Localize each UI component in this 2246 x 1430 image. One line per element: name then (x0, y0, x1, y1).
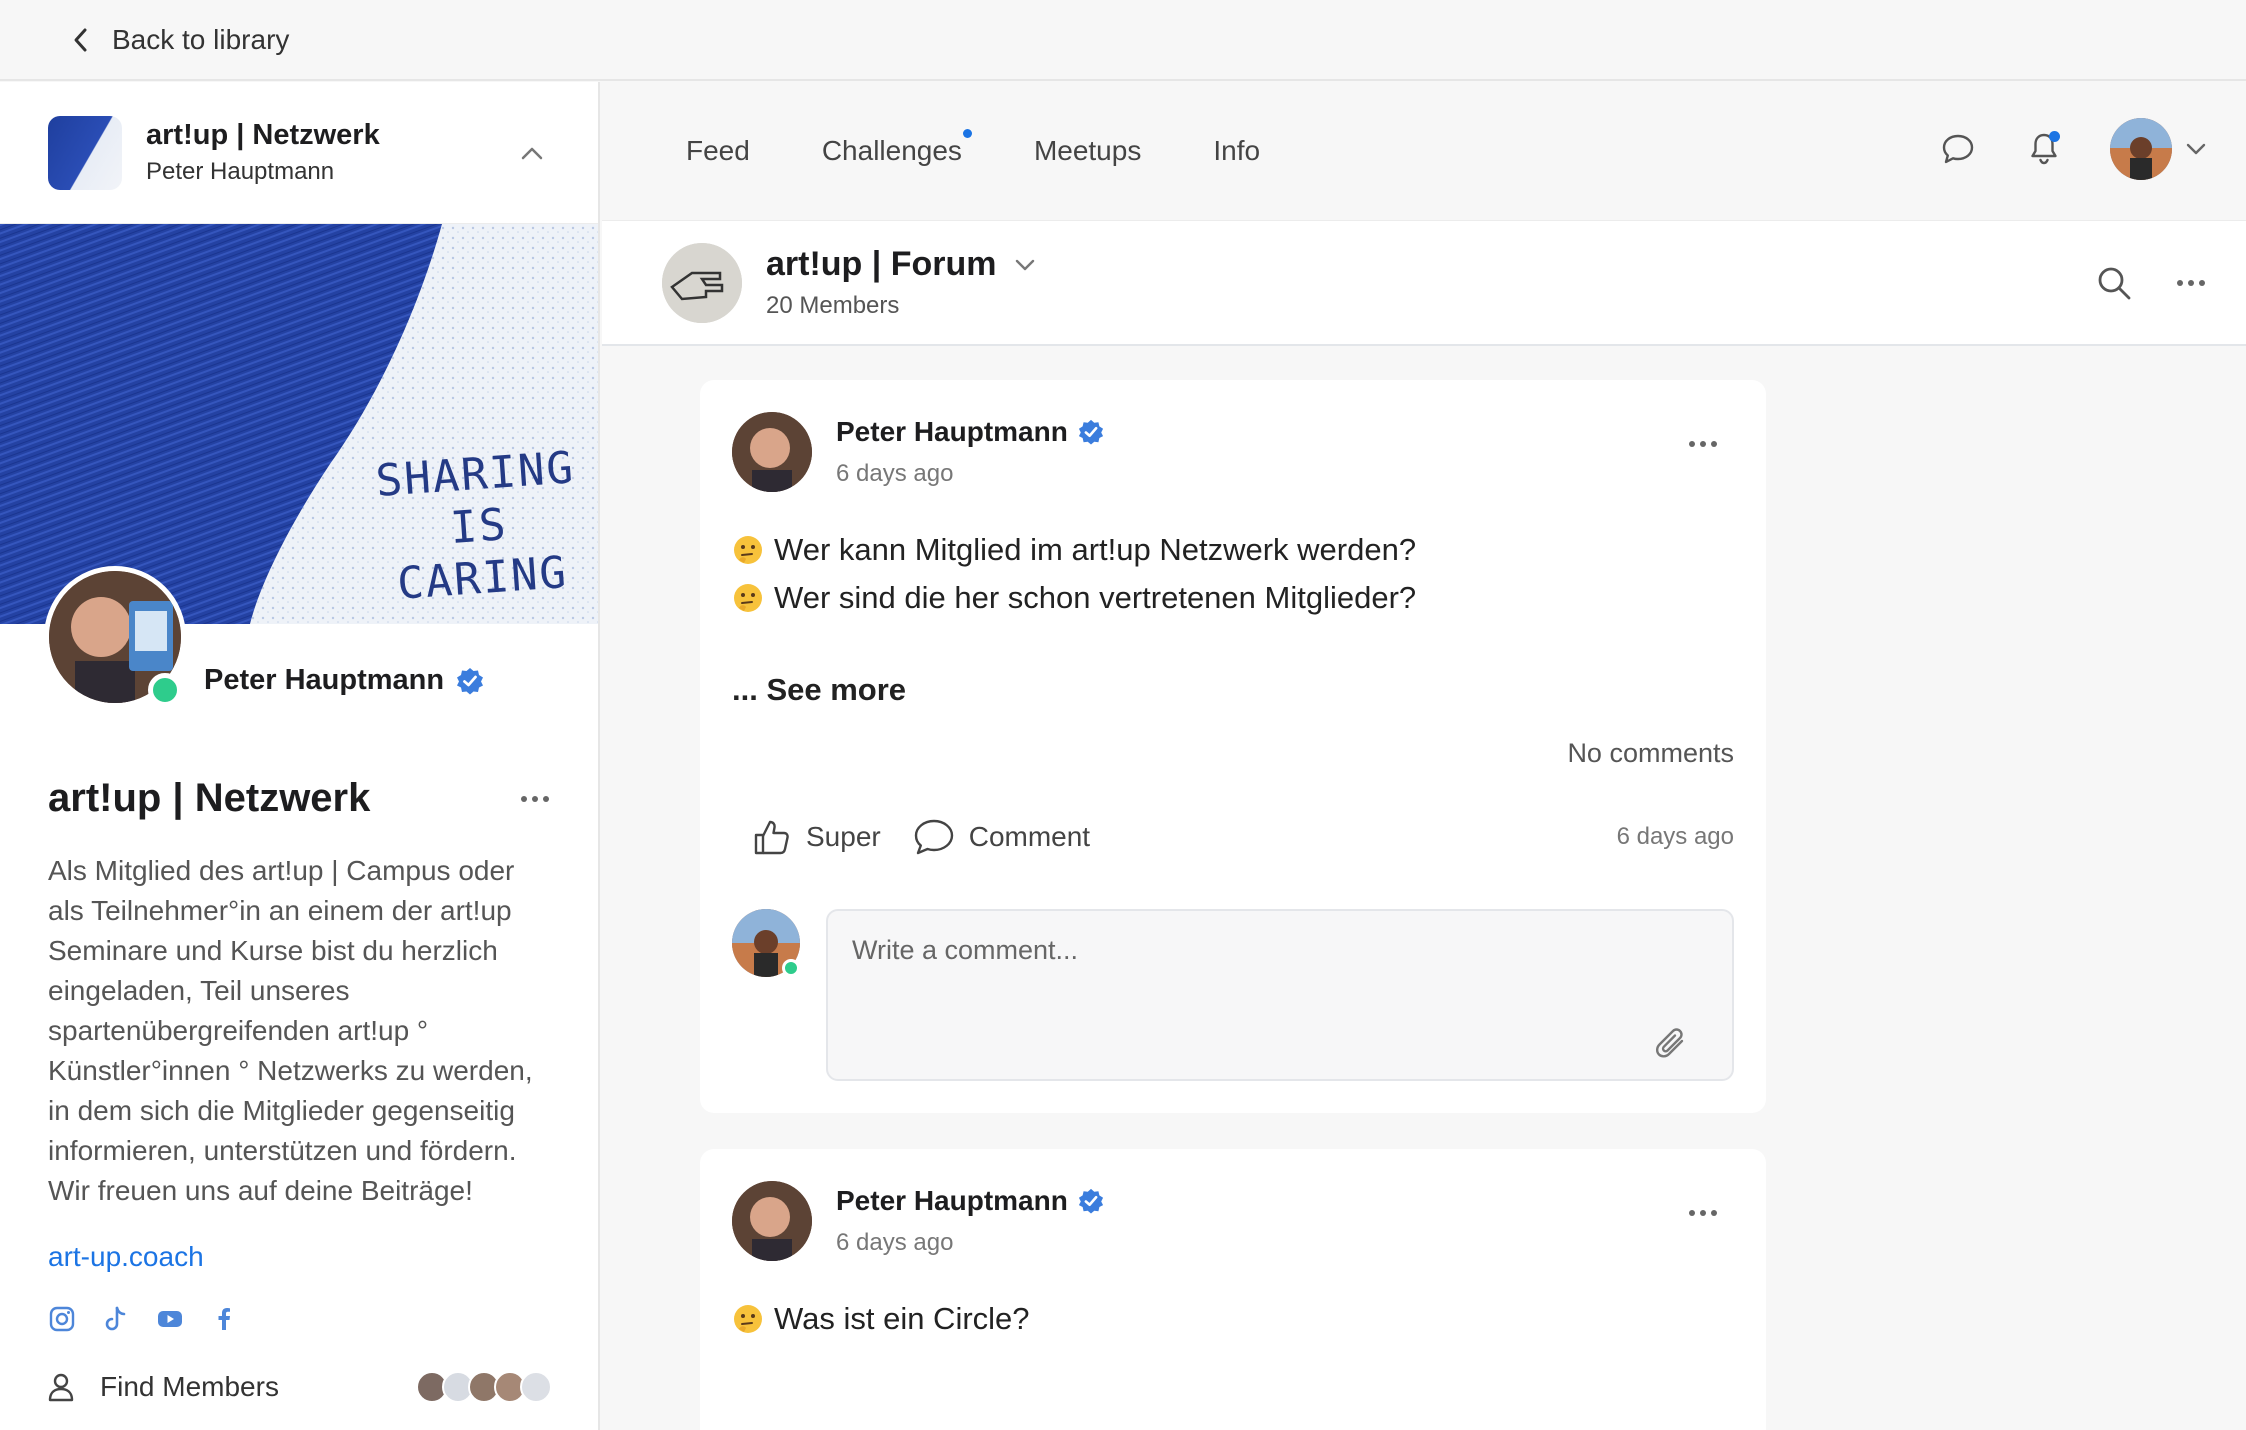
post-timestamp: 6 days ago (836, 1229, 954, 1256)
space-title: art!up | Forum (766, 245, 997, 283)
notification-dot (2049, 131, 2060, 142)
back-to-library-label: Back to library (112, 23, 290, 55)
back-to-library-link[interactable]: Back to library (72, 24, 289, 56)
member-avatars (416, 1371, 552, 1403)
new-indicator-dot (962, 129, 972, 138)
post-author-name[interactable]: Peter Hauptmann (836, 416, 1068, 448)
community-header[interactable]: art!up | Netzwerk Peter Hauptmann (0, 82, 598, 224)
verified-badge-icon (1078, 1188, 1103, 1214)
comment-label: Comment (968, 821, 1091, 852)
user-avatar[interactable] (2110, 118, 2172, 180)
instagram-icon[interactable] (48, 1305, 76, 1333)
comment-input[interactable] (828, 911, 1732, 1079)
post-timestamp: 6 days ago (836, 460, 954, 487)
sidebar: art!up | Netzwerk Peter Hauptmann SHARIN… (0, 82, 600, 1430)
chevron-up-icon (521, 147, 543, 159)
notifications-button[interactable] (2024, 129, 2064, 169)
search-button[interactable] (2096, 265, 2132, 301)
facebook-icon[interactable] (210, 1305, 238, 1333)
comment-composer (732, 909, 1734, 1113)
main-nav: Feed Challenges Meetups Info (602, 82, 2246, 220)
thinking-face-icon (734, 584, 762, 612)
see-more-link[interactable]: ... See more (732, 672, 906, 708)
post-card: Peter Hauptmann 6 days ago Was ist ein C… (700, 1149, 1766, 1430)
youtube-icon[interactable] (156, 1305, 184, 1333)
tiktok-icon[interactable] (102, 1305, 130, 1333)
community-name: art!up | Netzwerk (146, 119, 380, 151)
main-content: Feed Challenges Meetups Info art!up | Fo… (602, 82, 2246, 1430)
paperclip-icon (1655, 1028, 1684, 1058)
tab-info[interactable]: Info (1213, 135, 1260, 167)
chat-bubble-icon (1942, 134, 1974, 164)
like-label: Super (806, 821, 881, 852)
comments-count[interactable]: No comments (732, 738, 1734, 769)
cover-image: SHARING IS CARING (0, 224, 598, 624)
space-member-count[interactable]: 20 Members (766, 292, 1035, 320)
chevron-left-icon (74, 28, 87, 51)
post-body: Wer kann Mitglied im art!up Netzwerk wer… (732, 526, 1734, 622)
thumbs-up-icon (754, 820, 789, 855)
top-bar: Back to library (0, 0, 2246, 81)
collapse-button[interactable] (514, 135, 550, 171)
post-text-line: Wer sind die her schon vertretenen Mitgl… (774, 580, 1417, 615)
user-menu-chevron[interactable] (2186, 143, 2206, 155)
about-title: art!up | Netzwerk (48, 776, 371, 820)
post-author-avatar[interactable] (732, 1181, 812, 1261)
profile-row: Peter Hauptmann (0, 566, 598, 754)
like-button[interactable]: Super (732, 817, 881, 857)
more-horizontal-icon (521, 795, 549, 802)
verified-badge-icon (1078, 419, 1103, 445)
more-horizontal-icon (1689, 441, 1717, 447)
post-text-line: Was ist ein Circle? (774, 1301, 1030, 1336)
post-more-button[interactable] (1688, 1209, 1718, 1217)
chevron-down-icon (2186, 143, 2206, 155)
thinking-face-icon (734, 1305, 762, 1333)
attach-button[interactable] (1652, 1025, 1692, 1065)
post-author-avatar[interactable] (732, 412, 812, 492)
comment-button[interactable]: Comment (913, 818, 1090, 856)
messages-button[interactable] (1938, 129, 1978, 169)
online-status-dot (148, 673, 182, 707)
post-text-line: Wer kann Mitglied im art!up Netzwerk wer… (774, 532, 1417, 567)
action-timestamp: 6 days ago (1616, 823, 1734, 850)
tab-challenges[interactable]: Challenges (822, 129, 972, 167)
find-members-label: Find Members (100, 1371, 279, 1402)
cover-text: SHARING IS CARING (374, 442, 577, 610)
website-link[interactable]: art-up.coach (48, 1241, 204, 1273)
member-avatar (520, 1371, 552, 1403)
space-title-dropdown[interactable]: art!up | Forum (766, 245, 1035, 284)
about-more-button[interactable] (520, 795, 550, 803)
profile-name[interactable]: Peter Hauptmann (204, 664, 444, 697)
tab-meetups[interactable]: Meetups (1034, 135, 1141, 167)
social-links (48, 1305, 550, 1333)
community-owner: Peter Hauptmann (146, 158, 335, 185)
chevron-down-icon (1015, 259, 1034, 270)
post-card: Peter Hauptmann 6 days ago Wer kann Mitg… (700, 380, 1766, 1113)
feed: Peter Hauptmann 6 days ago Wer kann Mitg… (700, 380, 1766, 1430)
space-avatar (662, 242, 742, 323)
thinking-face-icon (734, 536, 762, 564)
online-status-dot (782, 959, 800, 977)
about-description: Als Mitglied des art!up | Campus oder al… (48, 855, 533, 1206)
community-logo (48, 115, 122, 190)
search-icon (2098, 267, 2131, 300)
about-section: art!up | Netzwerk Als Mitglied des art!u… (0, 776, 598, 1333)
space-header: art!up | Forum 20 Members (602, 220, 2246, 346)
more-horizontal-icon (1689, 1210, 1717, 1216)
user-icon (48, 1373, 74, 1402)
verified-badge-icon (457, 667, 484, 694)
post-body: Was ist ein Circle? (732, 1295, 1734, 1343)
find-members-button[interactable]: Find Members (48, 1364, 552, 1410)
tab-feed[interactable]: Feed (686, 135, 750, 167)
post-author-name[interactable]: Peter Hauptmann (836, 1185, 1068, 1217)
chat-bubble-icon (914, 819, 953, 855)
space-more-button[interactable] (2176, 279, 2206, 287)
post-more-button[interactable] (1688, 440, 1718, 448)
more-horizontal-icon (2177, 280, 2205, 286)
